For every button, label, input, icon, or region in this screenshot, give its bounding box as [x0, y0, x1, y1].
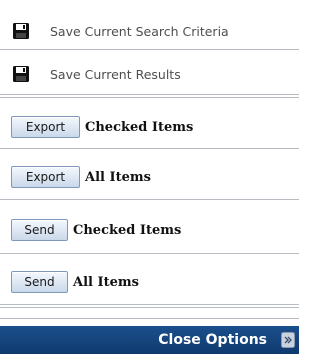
- close-options-label: Close Options: [158, 332, 267, 348]
- export-checked-button[interactable]: Export: [11, 116, 80, 138]
- divider: [0, 304, 299, 308]
- divider: [0, 199, 299, 200]
- floppy-disk-icon: [13, 66, 29, 82]
- options-panel: Save Current Search Criteria Save Curren…: [0, 0, 299, 354]
- export-checked-label: Checked Items: [85, 119, 194, 135]
- save-search-criteria-item[interactable]: Save Current Search Criteria: [0, 18, 299, 44]
- divider: [0, 94, 299, 98]
- export-all-button[interactable]: Export: [11, 166, 80, 188]
- save-current-results-label: Save Current Results: [50, 66, 181, 82]
- export-checked-row: Export Checked Items: [11, 114, 310, 140]
- close-options-icon[interactable]: [281, 332, 295, 348]
- save-current-results-item[interactable]: Save Current Results: [0, 61, 299, 87]
- send-all-button[interactable]: Send: [11, 271, 68, 293]
- divider: [0, 49, 299, 50]
- save-search-criteria-label: Save Current Search Criteria: [50, 23, 229, 39]
- export-all-row: Export All Items: [11, 164, 310, 190]
- send-all-label: All Items: [73, 274, 139, 290]
- floppy-disk-icon: [13, 23, 29, 39]
- send-checked-row: Send Checked Items: [11, 217, 310, 243]
- divider: [0, 148, 299, 149]
- send-all-row: Send All Items: [11, 269, 310, 295]
- send-checked-button[interactable]: Send: [11, 219, 68, 241]
- send-checked-label: Checked Items: [73, 222, 182, 238]
- divider: [0, 253, 299, 254]
- close-options-bar[interactable]: Close Options: [0, 326, 299, 354]
- divider: [0, 318, 299, 319]
- export-all-label: All Items: [85, 169, 151, 185]
